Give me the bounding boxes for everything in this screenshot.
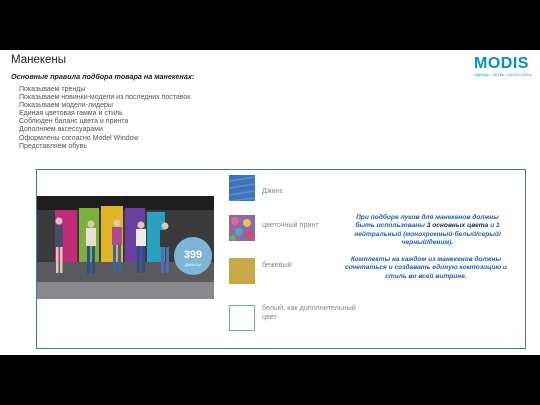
swatch-floral-label: цветочный принт bbox=[262, 220, 319, 229]
list-item: Соблюден баланс цвета и принта bbox=[19, 118, 129, 126]
swatch-denim bbox=[228, 175, 256, 202]
swatch-white-label: белый, как дополнительный цвет bbox=[262, 303, 356, 321]
window-image: 399 ДЖИНСЫ bbox=[37, 196, 214, 299]
list-item: Представляем обувь bbox=[19, 142, 87, 150]
shop-window-photo: 399 ДЖИНСЫ bbox=[37, 196, 214, 299]
colors-note: При подборе луков для манекенов должны б… bbox=[354, 214, 501, 247]
list-item: Показываем модели-лидеры bbox=[19, 102, 113, 110]
page-title: Манекены bbox=[11, 54, 67, 66]
list-item: Дополняем аксессуарами bbox=[19, 126, 103, 134]
brand-logo: MODIS ОДЕЖДА • ОБУВЬ • АКСЕССУАРЫ bbox=[474, 55, 532, 78]
slide: Манекены Основные правила подбора товара… bbox=[0, 50, 540, 355]
swatch-denim-label: Джинс bbox=[262, 186, 284, 195]
swatch-floral-print bbox=[229, 215, 255, 241]
floral-swatch-icon bbox=[229, 215, 255, 241]
swatch-white bbox=[229, 305, 255, 331]
rules-list: Показываем тренды Показываем новинки-мод… bbox=[11, 86, 190, 151]
denim-swatch-icon bbox=[228, 175, 256, 202]
price-sign: 399 bbox=[184, 249, 202, 261]
swatch-beige bbox=[229, 258, 255, 284]
logo-word: MODIS bbox=[474, 55, 529, 72]
list-item: Оформлены согласно Model Window bbox=[19, 134, 139, 142]
logo-tagline: ОДЕЖДА • ОБУВЬ • АКСЕССУАРЫ bbox=[474, 73, 532, 77]
swatch-beige-label: бежевый bbox=[262, 260, 292, 269]
list-item: Показываем тренды bbox=[19, 86, 86, 93]
list-item: Показываем новинки-модели из последних п… bbox=[19, 94, 191, 102]
composition-note: Комплекты на каждом из манекенов должны … bbox=[345, 256, 507, 280]
price-sign-caption: ДЖИНСЫ bbox=[185, 263, 201, 267]
page-subtitle: Основные правила подбора товара на манек… bbox=[11, 72, 195, 81]
